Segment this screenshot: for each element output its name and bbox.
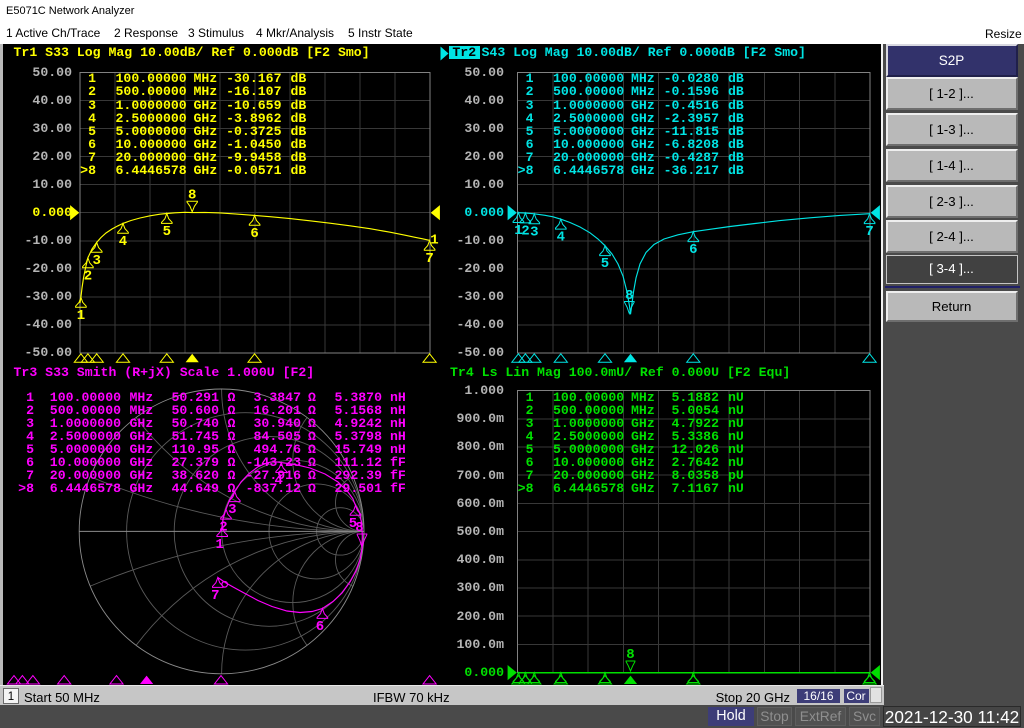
svg-text:7: 7 <box>211 588 219 604</box>
svg-text:4: 4 <box>557 230 565 246</box>
svg-text:1: 1 <box>215 537 223 553</box>
svg-text:1: 1 <box>430 233 438 249</box>
svg-text:7: 7 <box>425 251 433 267</box>
svg-text:5: 5 <box>601 256 609 272</box>
svg-text:2: 2 <box>219 520 227 536</box>
svg-text:7: 7 <box>865 224 873 240</box>
svg-text:8: 8 <box>626 647 634 663</box>
svg-text:2: 2 <box>84 268 92 284</box>
svg-text:2: 2 <box>521 224 529 240</box>
svg-text:6: 6 <box>689 242 697 258</box>
svg-text:6: 6 <box>250 226 258 242</box>
svg-text:8: 8 <box>188 188 196 204</box>
svg-text:3: 3 <box>92 253 100 269</box>
svg-text:4: 4 <box>119 234 127 250</box>
svg-text:1: 1 <box>77 308 85 324</box>
svg-text:5: 5 <box>163 224 171 240</box>
svg-text:3: 3 <box>530 224 538 240</box>
svg-text:6: 6 <box>316 619 324 635</box>
svg-text:8: 8 <box>355 520 363 536</box>
svg-text:8: 8 <box>625 288 633 304</box>
svg-text:3: 3 <box>228 502 236 518</box>
